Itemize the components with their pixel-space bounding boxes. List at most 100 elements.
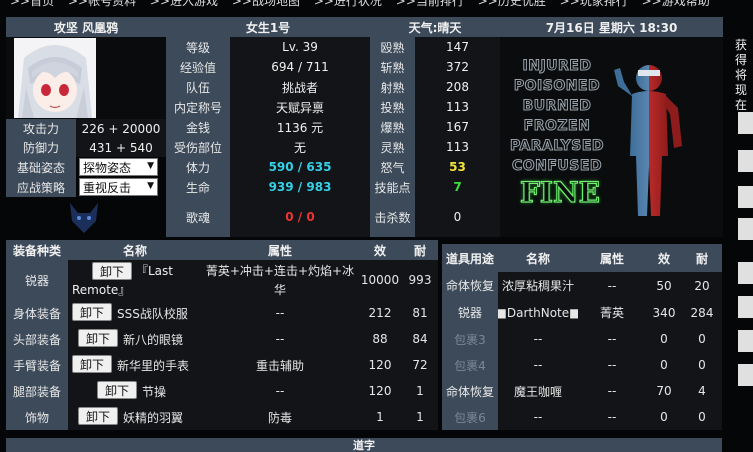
wolf-emblem-icon xyxy=(70,203,98,233)
equip-attr-accessory: 防毒 xyxy=(267,410,292,425)
date-time: 7月16日 星期六 18:30 xyxy=(500,17,723,37)
item-effect-4: 0 xyxy=(660,358,668,372)
unequip-button[interactable]: 卸下 xyxy=(72,355,112,373)
equip-name-head: 新八的眼镜 xyxy=(123,333,184,347)
basic-stance-select[interactable]: 探物姿态 ▼ xyxy=(79,158,158,176)
unequip-button[interactable]: 卸下 xyxy=(78,329,118,347)
money-label: 金钱 xyxy=(166,117,230,137)
item-attr-2: 菁英 xyxy=(599,306,624,320)
equip-col-name: 名称 xyxy=(68,240,202,260)
throw-value: 113 xyxy=(415,97,500,117)
item-durability-6: 0 xyxy=(698,410,706,424)
item-attr-3: -- xyxy=(607,332,617,346)
item-durability-2: 284 xyxy=(690,305,714,320)
nav-enter-game[interactable]: >>进入游戏 xyxy=(150,0,218,8)
equip-type-leg: 腿部装备 xyxy=(6,378,68,404)
equip-durability-accessory: 1 xyxy=(416,410,424,424)
equip-name-accessory: 妖精的羽翼 xyxy=(123,411,184,425)
item-effect-5: 70 xyxy=(656,384,672,398)
side-button[interactable] xyxy=(738,296,753,318)
item-effect-1: 50 xyxy=(656,278,672,293)
nav-player-rank[interactable]: >>玩家排行 xyxy=(560,0,628,8)
status-fine: FINE xyxy=(519,175,600,209)
spirit-value: 113 xyxy=(415,137,500,157)
items-col-durability: 耐 xyxy=(682,244,722,272)
strategy-select[interactable]: 重视反击 ▼ xyxy=(79,178,158,196)
side-button[interactable] xyxy=(738,112,753,134)
kills-label: 击杀数 xyxy=(370,197,415,237)
items-col-effect: 效 xyxy=(646,244,682,272)
item-name-5[interactable]: 魔王咖喱 xyxy=(498,378,578,404)
side-button[interactable] xyxy=(738,330,753,352)
body-figure-icon xyxy=(614,65,682,216)
nav-home[interactable]: >>首页 xyxy=(10,0,54,8)
basic-stance-value: 探物姿态 xyxy=(83,160,132,175)
unequip-button[interactable]: 卸下 xyxy=(78,407,118,425)
equip-type-weapon: 锐器 xyxy=(6,260,68,300)
side-button[interactable] xyxy=(738,218,753,240)
equip-col-effect: 效 xyxy=(358,240,402,260)
info-header: 女生1号 xyxy=(166,17,370,37)
defense-value: 431 + 540 xyxy=(76,138,166,157)
strategy-value: 重视反击 xyxy=(83,180,132,195)
equip-attr-head: -- xyxy=(275,332,285,346)
basic-stance-label: 基础姿态 xyxy=(6,157,76,177)
item-effect-6: 0 xyxy=(660,410,668,424)
nav-help[interactable]: >>游戏帮助 xyxy=(642,0,710,8)
level-value: Lv. 39 xyxy=(230,37,370,57)
stamina-value: 590 / 635 xyxy=(230,157,370,177)
weather-header: 天气:晴天 xyxy=(370,17,500,37)
life-label: 生命 xyxy=(166,177,230,197)
item-effect-3: 0 xyxy=(660,332,668,346)
item-type-6: 包裹6 xyxy=(442,404,498,430)
money-value: 1136 元 xyxy=(230,117,370,137)
equip-attr-arm: 重击辅助 xyxy=(255,358,304,373)
injury-label: 受伤部位 xyxy=(166,137,230,157)
item-durability-4: 0 xyxy=(698,358,706,372)
side-button[interactable] xyxy=(738,186,753,208)
item-durability-3: 0 xyxy=(698,332,706,346)
equip-col-attr: 属性 xyxy=(202,240,358,260)
skill-points-label: 技能点 xyxy=(370,177,415,197)
status-paralysed: PARALYSED xyxy=(509,138,605,155)
item-durability-1: 20 xyxy=(694,278,710,293)
nav-history[interactable]: >>历史优胜 xyxy=(478,0,546,8)
side-button[interactable] xyxy=(738,262,753,284)
equip-effect-arm: 120 xyxy=(368,358,392,372)
side-button[interactable] xyxy=(738,364,753,386)
equip-type-body: 身体装备 xyxy=(6,300,68,326)
item-name-1[interactable]: 浓厚粘稠果汁 xyxy=(498,272,578,299)
slash-value: 372 xyxy=(415,57,500,77)
unequip-button[interactable]: 卸下 xyxy=(72,303,112,321)
equip-effect-weapon: 10000 xyxy=(360,273,400,287)
item-name-4: -- xyxy=(533,358,543,372)
bottom-header: 道字 xyxy=(6,438,722,452)
equip-col-durability: 耐 xyxy=(402,240,438,260)
item-name-3: -- xyxy=(533,332,543,346)
status-injured: INJURED xyxy=(522,58,592,75)
chevron-down-icon: ▼ xyxy=(147,181,154,191)
side-button[interactable] xyxy=(738,150,753,172)
defense-label: 防御力 xyxy=(6,138,76,157)
nav-account[interactable]: >>帐号资料 xyxy=(68,0,136,8)
item-effect-2: 340 xyxy=(652,305,676,320)
character-name: 攻坚 风凰鸦 xyxy=(6,17,166,37)
equip-name-weapon: 『Last Remote』 xyxy=(72,264,173,297)
item-name-2[interactable]: ■DarthNote■ xyxy=(498,299,578,326)
kills-value: 0 xyxy=(415,197,500,237)
nav-map[interactable]: >>战场地图 xyxy=(232,0,300,8)
strategy-label: 应战策略 xyxy=(6,177,76,197)
nav-status[interactable]: >>进行状况 xyxy=(314,0,382,8)
equip-attr-weapon: 菁英+冲击+连击+灼焰+冰华 xyxy=(205,264,355,297)
explode-value: 167 xyxy=(415,117,500,137)
status-poisoned: POISONED xyxy=(513,78,601,95)
equip-type-accessory: 饰物 xyxy=(6,404,68,430)
life-value: 939 / 983 xyxy=(230,177,370,197)
equip-name-leg: 节操 xyxy=(142,385,167,399)
rage-value: 53 xyxy=(415,157,500,177)
items-col-type: 道具用途 xyxy=(442,244,498,272)
equip-durability-body: 81 xyxy=(412,306,428,320)
nav-ranking[interactable]: >>当前排行 xyxy=(396,0,464,8)
status-burned: BURNED xyxy=(522,98,592,115)
unequip-button[interactable]: 卸下 xyxy=(97,381,137,399)
